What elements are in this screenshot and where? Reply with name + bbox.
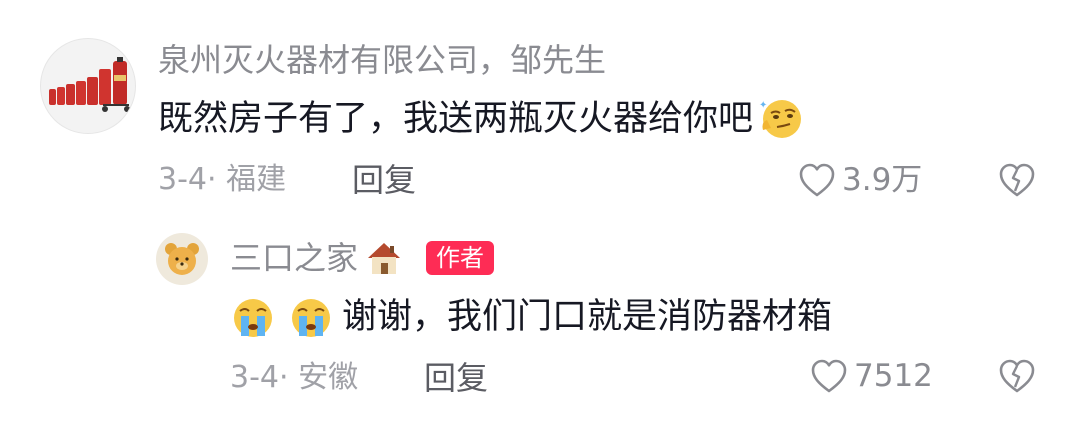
author-name-row: 三口之家 作者 [230, 238, 495, 278]
reply-text-body: 谢谢，我们门口就是消防器材箱 [342, 297, 833, 337]
crying-face-emoji-icon [292, 299, 330, 337]
author-avatar[interactable] [156, 233, 208, 285]
fire-extinguisher-icon [49, 57, 130, 112]
like-button[interactable]: 3.9万 [798, 160, 922, 200]
reply-text: 谢谢，我们门口就是消防器材箱 [230, 294, 832, 340]
author-username[interactable]: 三口之家 [230, 238, 358, 278]
dislike-button[interactable] [998, 358, 1036, 398]
reply-button[interactable]: 回复 [424, 358, 488, 398]
heart-icon [811, 359, 847, 393]
broken-heart-icon [999, 359, 1035, 393]
commenter-username[interactable]: 泉州灭火器材有限公司，邹先生 [158, 40, 606, 80]
author-badge: 作者 [426, 241, 495, 275]
reply-date-location: 3-4· 安徽 [230, 360, 359, 395]
smirk-face-emoji-icon: ✦ [759, 100, 802, 138]
comment-text-body: 既然房子有了，我送两瓶灭火器给你吧 [158, 99, 754, 139]
commenter-avatar[interactable] [40, 38, 136, 134]
crying-face-emoji-icon [234, 299, 272, 337]
dislike-button[interactable] [998, 162, 1036, 202]
broken-heart-icon [999, 163, 1035, 197]
like-count: 7512 [854, 358, 933, 394]
house-emoji-icon [368, 243, 401, 274]
svg-text:✦: ✦ [759, 100, 767, 111]
heart-icon [799, 163, 835, 197]
like-count: 3.9万 [842, 162, 923, 198]
reply-button[interactable]: 回复 [352, 160, 416, 200]
comment-text: 既然房子有了，我送两瓶灭火器给你吧 ✦ [158, 96, 803, 142]
comment-date-location: 3-4· 福建 [158, 162, 287, 197]
bear-toy-icon [165, 243, 199, 275]
like-button[interactable]: 7512 [810, 356, 933, 396]
